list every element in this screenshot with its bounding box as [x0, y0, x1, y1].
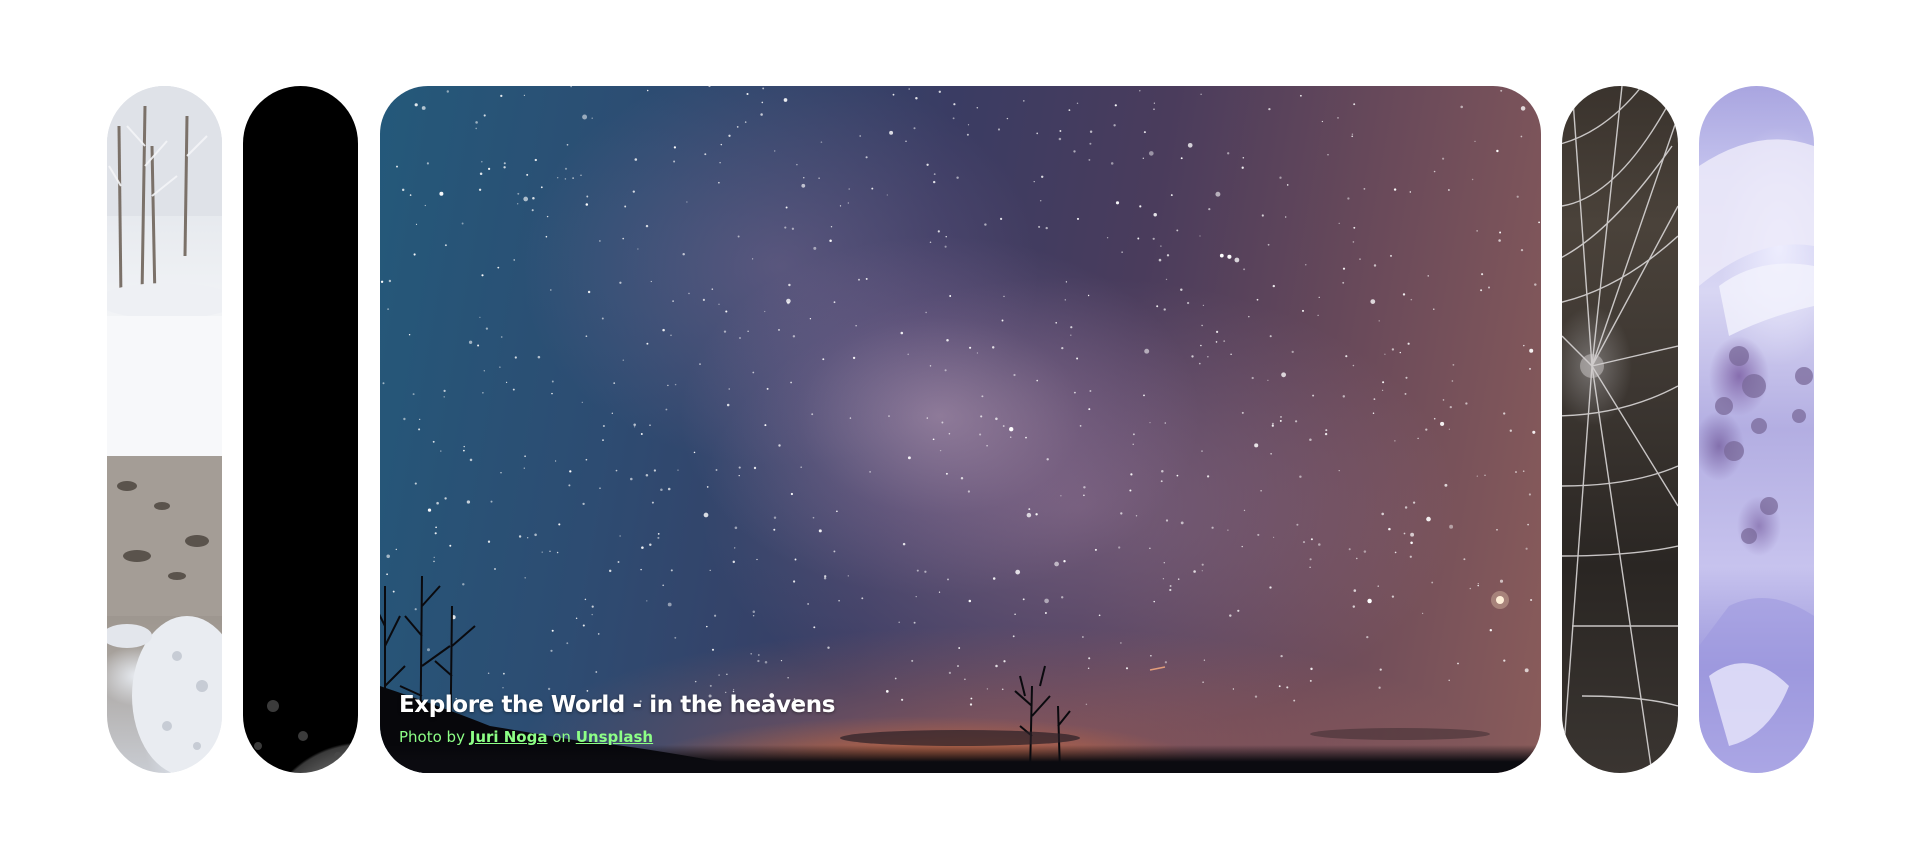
gallery-panel-moon[interactable] — [243, 86, 358, 773]
spider-web-image — [1562, 86, 1678, 773]
author-link[interactable]: Juri Noga — [470, 728, 548, 746]
snowy-forest-image — [107, 86, 222, 773]
gallery-panel-milky-way[interactable]: Explore the World - in the heavens Photo… — [380, 86, 1541, 773]
source-link[interactable]: Unsplash — [576, 728, 653, 746]
credit-middle: on — [547, 728, 576, 746]
horizon-silhouette — [380, 575, 1509, 773]
gallery-panel-spider-web[interactable] — [1562, 86, 1678, 773]
photo-credit: Photo by Juri Noga on Unsplash — [399, 728, 835, 746]
gallery-panel-purple-snow[interactable] — [1699, 86, 1814, 773]
image-gallery: Explore the World - in the heavens Photo… — [0, 0, 1920, 859]
credit-prefix: Photo by — [399, 728, 470, 746]
caption-title: Explore the World - in the heavens — [399, 692, 836, 718]
moon-image — [254, 700, 342, 760]
image-caption: Explore the World - in the heavens Photo… — [399, 692, 835, 746]
purple-snow-image — [1699, 139, 1814, 773]
horizon-shade — [380, 745, 1541, 773]
gallery-panel-snowy-forest[interactable] — [107, 86, 222, 773]
